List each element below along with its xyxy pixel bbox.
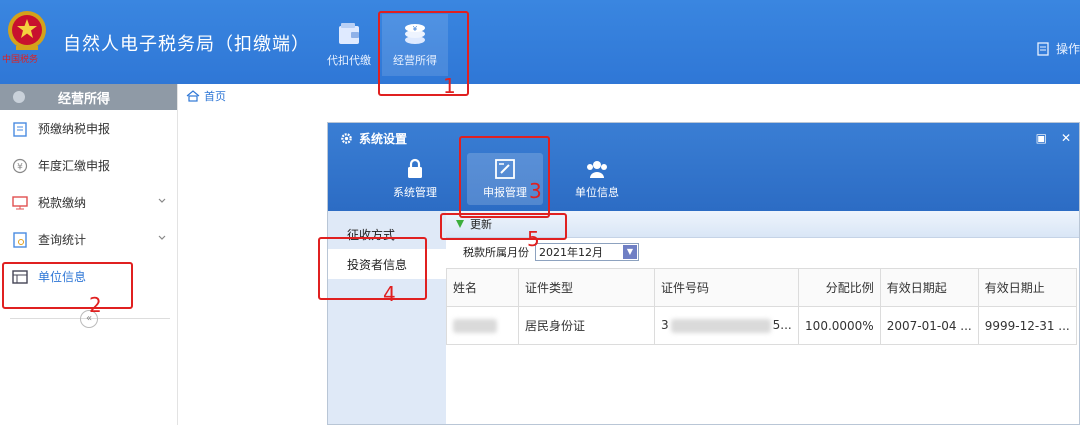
redacted-name: [453, 318, 497, 333]
col-ratio[interactable]: 分配比例: [797, 268, 881, 307]
sidebar-title: 经营所得: [58, 91, 111, 107]
chevron-down-icon: [158, 235, 166, 240]
annotation-number-5: 5: [527, 227, 540, 251]
cell-ratio: 100.0000%: [797, 306, 881, 345]
investor-table: 姓名 证件类型 证件号码 分配比例 有效日期起 有效日期止 居民身份证 3 5..…: [446, 268, 1077, 345]
withholding-label: 代扣代缴: [327, 54, 371, 67]
sidebar: 经营所得 预缴纳税申报 ¥ 年度汇缴申报 税款缴纳 查询统计 单位信息 «: [0, 84, 178, 425]
coins-icon: [13, 91, 25, 103]
cell-id-number: 3 5...: [654, 306, 799, 345]
breadcrumb[interactable]: 首页: [186, 88, 226, 104]
tab-system-management[interactable]: 系统管理: [377, 153, 453, 205]
id-suffix: 5...: [772, 318, 792, 333]
sidebar-item-label: 预缴纳税申报: [38, 122, 111, 136]
close-icon[interactable]: ✕: [1061, 131, 1071, 145]
col-name[interactable]: 姓名: [446, 268, 519, 307]
report-icon: [13, 231, 27, 248]
tab-unit-info[interactable]: 单位信息: [559, 153, 635, 205]
chevron-down-icon: [158, 198, 166, 203]
table-row[interactable]: 居民身份证 3 5... 100.0000% 2007-01-04 ... 999…: [446, 306, 1077, 345]
sidebar-item-prepay-declaration[interactable]: 预缴纳税申报: [0, 110, 177, 147]
annotation-box-5: [440, 213, 567, 240]
operation-menu[interactable]: 操作: [1036, 40, 1080, 57]
breadcrumb-home[interactable]: 首页: [204, 88, 226, 104]
month-filter: 税款所属月份 2021年12月 ▼: [446, 238, 1079, 266]
group-icon: [587, 161, 607, 178]
emblem-caption: 中国税务: [2, 55, 39, 65]
annotation-number-1: 1: [443, 74, 456, 98]
month-select-value: 2021年12月: [539, 246, 603, 259]
cell-name: [446, 306, 519, 345]
annotation-box-4: [318, 237, 427, 300]
wallet-icon: [339, 23, 359, 44]
document-icon: [1037, 41, 1049, 56]
sidebar-item-query-stats[interactable]: 查询统计: [0, 221, 177, 258]
cell-valid-from: 2007-01-04 ...: [879, 306, 979, 345]
tab-label: 单位信息: [575, 186, 619, 199]
col-valid-to[interactable]: 有效日期止: [977, 268, 1077, 307]
annotation-number-2: 2: [89, 293, 102, 317]
dialog-controls: ▣ ✕: [1036, 131, 1071, 145]
col-valid-from[interactable]: 有效日期起: [879, 268, 979, 307]
tax-emblem-logo: 中国税务: [2, 6, 52, 68]
sidebar-item-label: 税款缴纳: [38, 196, 87, 210]
sidebar-header: 经营所得: [0, 84, 177, 110]
lock-icon: [408, 158, 422, 178]
chevron-down-icon[interactable]: ▼: [623, 245, 637, 259]
operation-label: 操作: [1055, 42, 1080, 56]
annotation-box-2: [2, 262, 133, 309]
restore-icon[interactable]: ▣: [1036, 131, 1047, 145]
table-header-row: 姓名 证件类型 证件号码 分配比例 有效日期起 有效日期止: [446, 268, 1077, 307]
cell-id-type: 居民身份证: [518, 306, 655, 345]
app-title: 自然人电子税务局（扣缴端）: [63, 34, 310, 55]
svg-text:¥: ¥: [17, 162, 23, 172]
col-id-number[interactable]: 证件号码: [654, 268, 799, 307]
top-bar: 中国税务 自然人电子税务局（扣缴端） 代扣代缴 ¥ 经营所得 操作: [0, 0, 1080, 84]
annotation-number-3: 3: [529, 179, 542, 203]
month-select[interactable]: 2021年12月 ▼: [535, 243, 639, 261]
cell-valid-to: 9999-12-31 ...: [977, 306, 1077, 345]
sidebar-item-label: 年度汇缴申报: [38, 159, 111, 173]
sidebar-item-label: 查询统计: [38, 233, 87, 247]
dialog-body: 更新 税款所属月份 2021年12月 ▼ 姓名 证件类型 证件号码 分配比例 有…: [446, 211, 1079, 424]
clipboard-icon: [13, 121, 27, 137]
system-settings-dialog: 系统设置 ▣ ✕ 系统管理 申报管理 单位信息 征收方式 投资者信息 更新 税款…: [327, 122, 1080, 425]
annotation-box-3: [459, 136, 550, 218]
gear-icon: [341, 133, 352, 144]
sidebar-item-tax-payment[interactable]: 税款缴纳: [0, 184, 177, 221]
dialog-title: 系统设置: [340, 130, 407, 147]
sidebar-item-annual-declaration[interactable]: ¥ 年度汇缴申报: [0, 147, 177, 184]
id-prefix: 3: [661, 318, 669, 333]
redacted-id: [670, 318, 771, 333]
home-icon: [186, 90, 200, 102]
tab-label: 系统管理: [393, 186, 437, 199]
monitor-icon: [12, 195, 28, 209]
annotation-number-4: 4: [383, 282, 396, 306]
month-filter-label: 税款所属月份: [463, 246, 529, 259]
yen-icon: ¥: [12, 158, 28, 173]
withholding-button[interactable]: 代扣代缴: [316, 14, 382, 76]
dialog-title-text: 系统设置: [359, 132, 408, 146]
col-id-type[interactable]: 证件类型: [518, 268, 655, 307]
dialog-header: 系统设置 ▣ ✕ 系统管理 申报管理 单位信息: [328, 123, 1079, 211]
